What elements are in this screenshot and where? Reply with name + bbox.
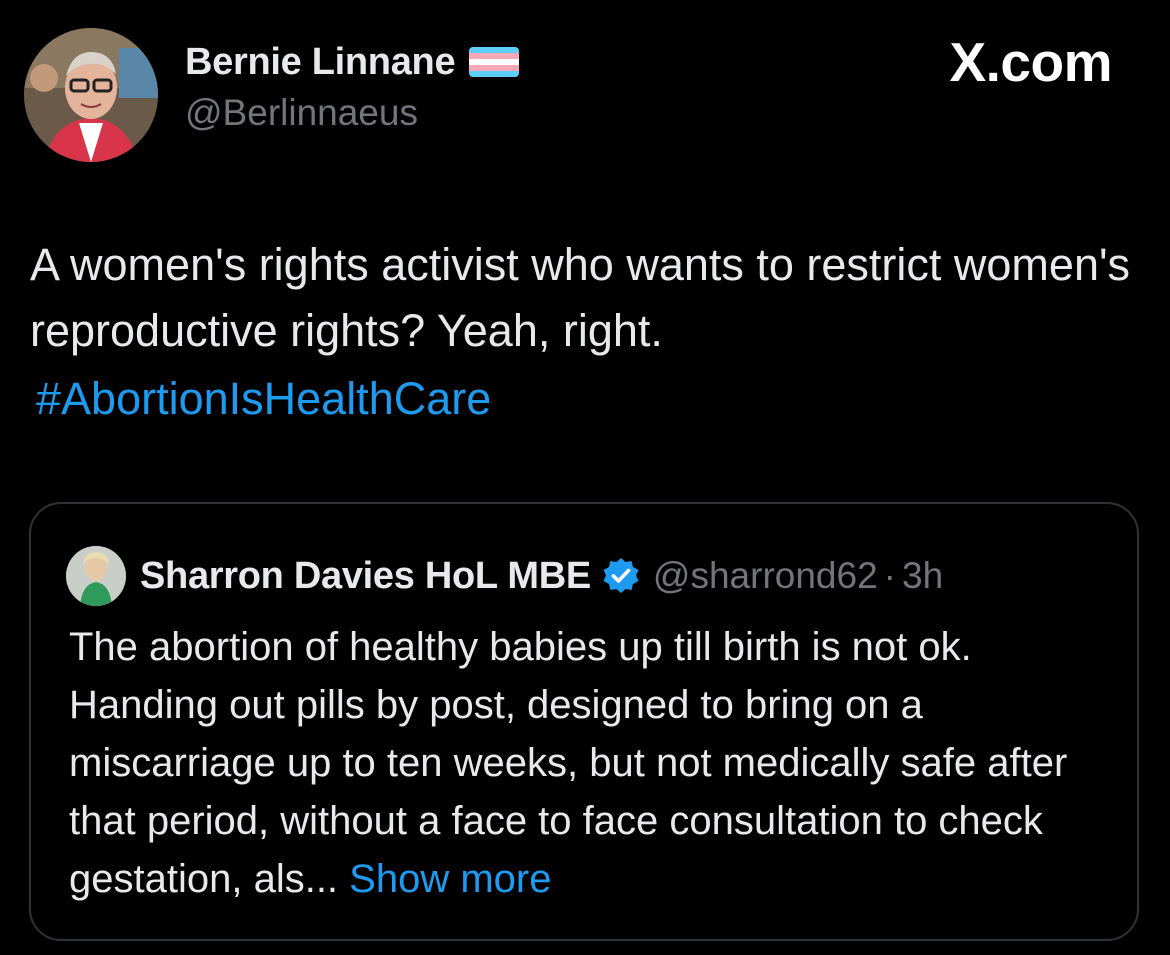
tweet-text: A women's rights activist who wants to r… (30, 239, 1131, 356)
author-names: Bernie Linnane @Berlinnaeus (185, 40, 520, 134)
quoted-author-handle[interactable]: @sharrond62 (653, 555, 878, 597)
brand-text: X.com (949, 31, 1112, 93)
quoted-tweet-text: The abortion of healthy babies up till b… (69, 618, 1129, 908)
tweet: Bernie Linnane @Berlinnaeus X.com A wome… (0, 0, 1170, 955)
display-name-row: Bernie Linnane (185, 40, 520, 84)
verified-badge-icon (601, 556, 641, 596)
quoted-author-display-name[interactable]: Sharron Davies HoL MBE (140, 555, 591, 598)
hashtag-link[interactable]: #AbortionIsHealthCare (36, 366, 491, 432)
author-avatar[interactable] (24, 28, 158, 162)
author-display-name[interactable]: Bernie Linnane (185, 41, 456, 84)
quoted-author-avatar[interactable] (66, 546, 126, 606)
quoted-tweet-card[interactable]: Sharron Davies HoL MBE @sharrond62 · 3h … (29, 502, 1139, 941)
separator-dot: · (883, 555, 896, 596)
quoted-tweet-body: The abortion of healthy babies up till b… (69, 625, 1068, 901)
quoted-tweet-header: Sharron Davies HoL MBE @sharrond62 · 3h (66, 546, 943, 606)
quoted-tweet-timestamp[interactable]: 3h (902, 555, 943, 597)
tweet-header: Bernie Linnane @Berlinnaeus (24, 28, 520, 162)
show-more-link[interactable]: Show more (349, 857, 551, 901)
transgender-flag-icon (469, 47, 520, 77)
x-com-logo: X.com (949, 30, 1112, 94)
author-handle[interactable]: @Berlinnaeus (185, 92, 519, 134)
